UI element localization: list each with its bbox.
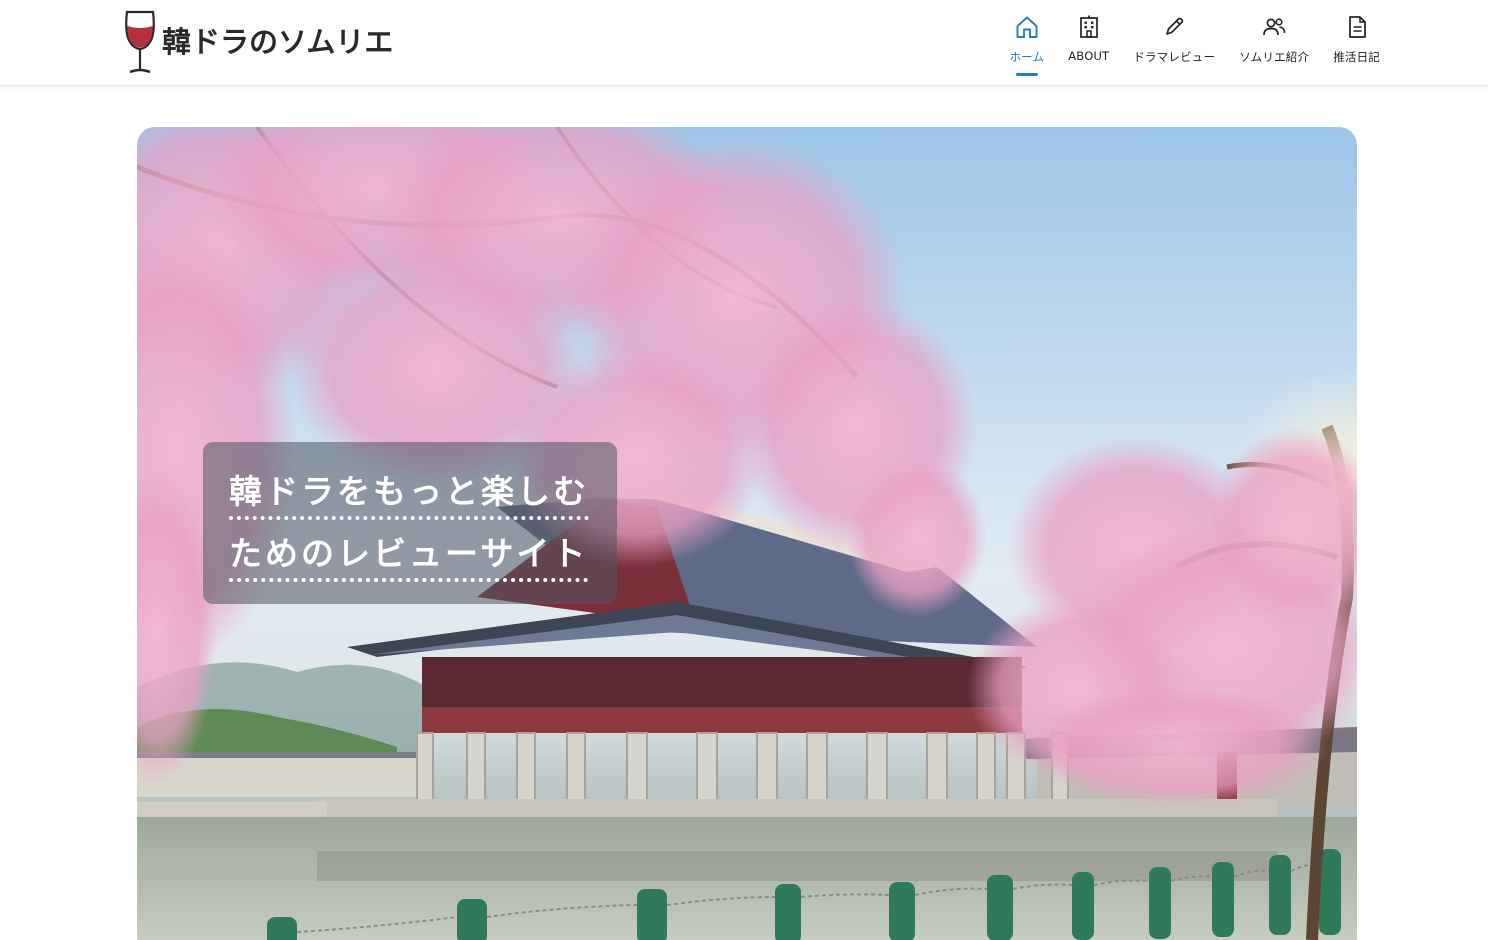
building-icon: [1079, 15, 1098, 38]
document-icon: [1348, 16, 1366, 38]
wine-glass-icon: [125, 10, 155, 74]
main-nav: ホーム ABOUT ドラマレビュー ソムリエ紹介 推活日記: [997, 0, 1392, 86]
site-logo[interactable]: 韓ドラのソムリエ: [122, 8, 393, 76]
home-icon: [1016, 16, 1038, 38]
site-header: 韓ドラのソムリエ ホーム ABOUT ドラマレビュー ソムリエ紹介 推活日記: [0, 0, 1488, 86]
users-icon: [1263, 18, 1286, 36]
nav-label: ホーム: [1009, 50, 1045, 64]
nav-label: ドラマレビュー: [1133, 50, 1216, 64]
hero-caption-line-2: ためのレビューサイト: [229, 534, 589, 582]
nav-item-drama-review[interactable]: ドラマレビュー: [1121, 0, 1227, 86]
active-indicator: [1015, 73, 1038, 76]
nav-item-home[interactable]: ホーム: [997, 0, 1056, 86]
nav-item-about[interactable]: ABOUT: [1056, 0, 1121, 86]
nav-label: ABOUT: [1068, 49, 1110, 63]
nav-label: ソムリエ紹介: [1239, 50, 1310, 64]
nav-item-diary[interactable]: 推活日記: [1321, 0, 1392, 86]
logo-text: 韓ドラのソムリエ: [162, 24, 394, 59]
hero-caption-line-1: 韓ドラをもっと楽しむ: [229, 472, 589, 520]
nav-item-sommelier[interactable]: ソムリエ紹介: [1227, 0, 1321, 86]
hero-caption: 韓ドラをもっと楽しむ ためのレビューサイト: [203, 442, 617, 604]
nav-label: 推活日記: [1333, 50, 1380, 64]
pencil-icon: [1166, 17, 1184, 35]
